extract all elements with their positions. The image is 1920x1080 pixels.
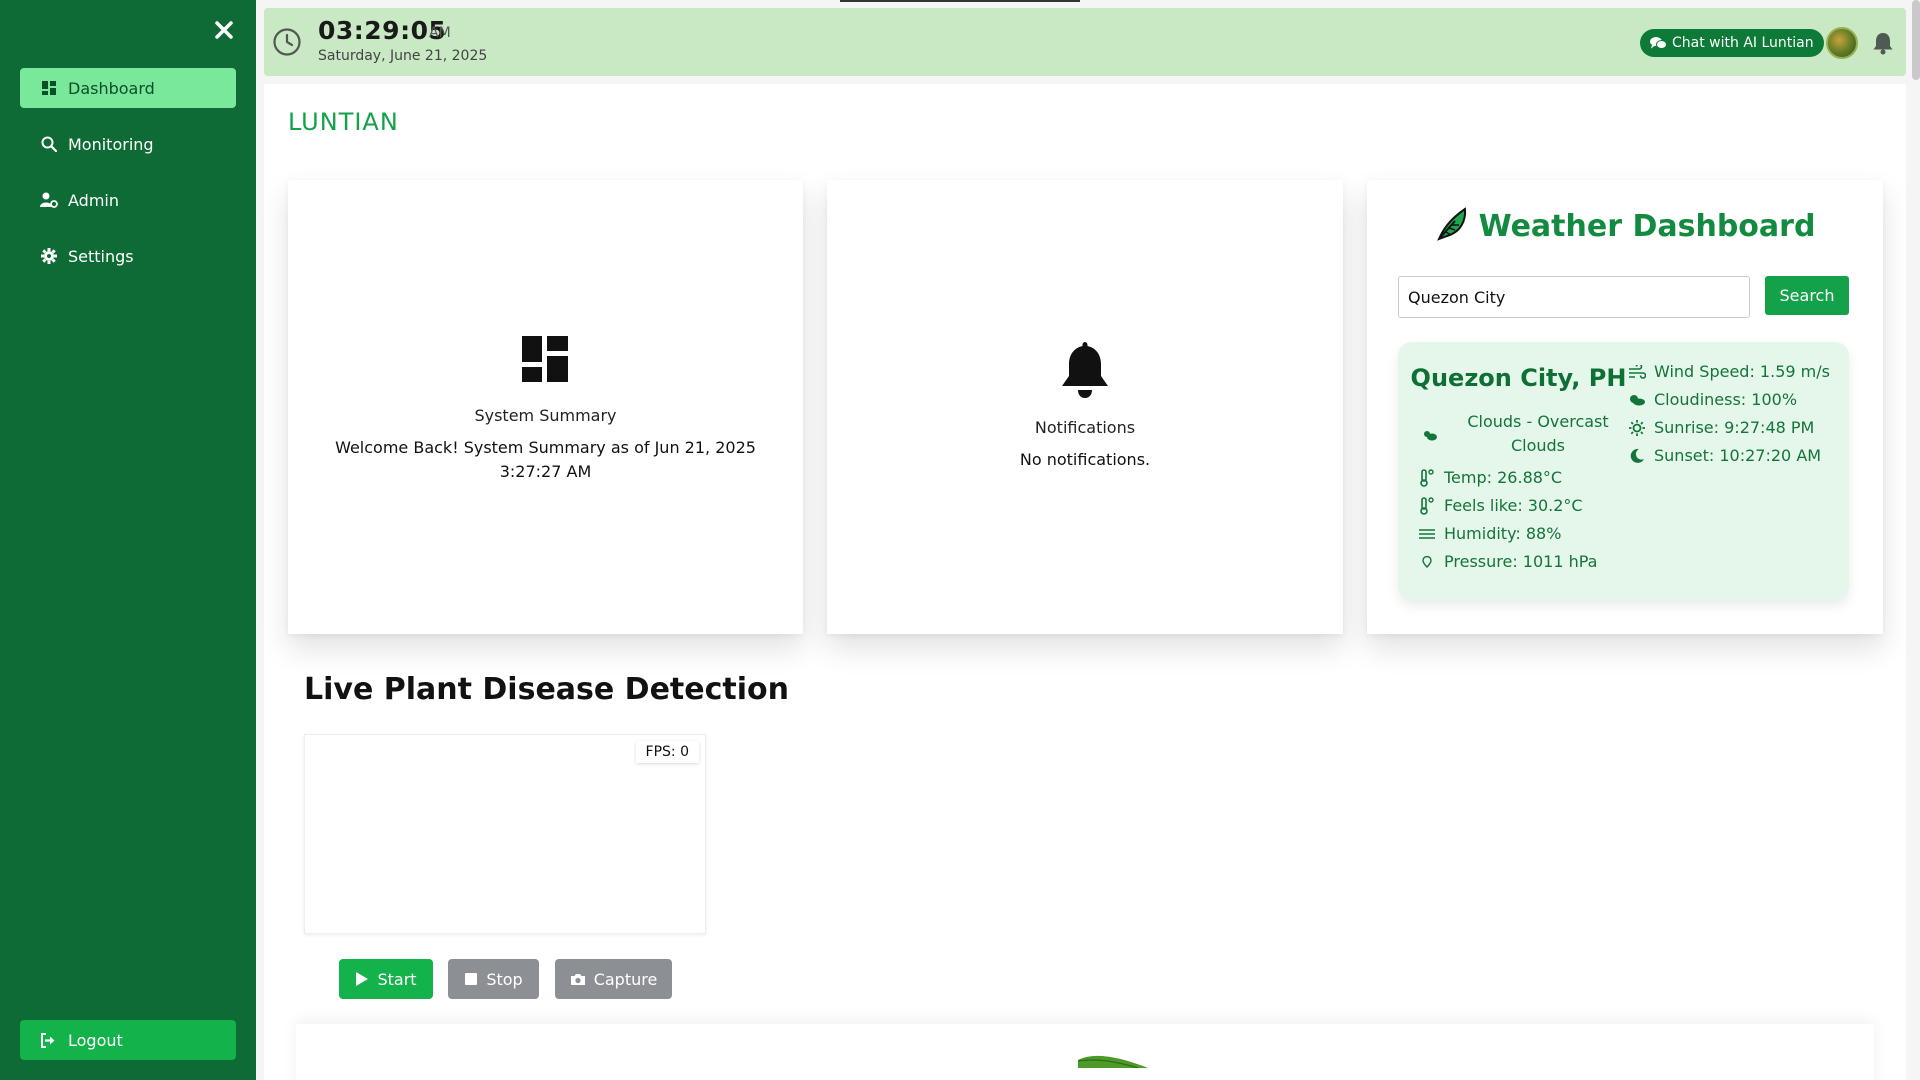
weather-wind: Wind Speed: 1.59 m/s [1628,362,1830,381]
wind-icon [1628,363,1646,381]
summary-title: System Summary [474,406,617,425]
start-button[interactable]: Start [339,959,433,999]
sidebar-item-dashboard[interactable]: Dashboard [20,68,236,108]
chat-icon [1650,37,1667,49]
thermometer-icon [1418,496,1436,515]
avatar[interactable] [1826,27,1858,59]
main-content: LUNTIAN System Summary Welcome Back! Sys… [264,84,1906,1080]
clock-icon [272,27,302,57]
humidity-icon [1418,525,1436,543]
leaf-image [1078,1055,1148,1068]
pressure-icon [1418,553,1436,571]
bottom-card [296,1024,1874,1080]
cloud-icon [1628,391,1646,409]
fps-counter: FPS: 0 [635,741,699,763]
moon-icon [1628,447,1646,465]
clock-time: 03:29:05 [318,16,447,45]
sidebar: Dashboard Monitoring Admin Settings Logo… [0,0,256,1080]
weather-feels-like: Feels like: 30.2°C [1418,496,1583,515]
search-icon [40,135,58,153]
current-date: Saturday, June 21, 2025 [318,48,488,64]
sun-icon [1628,419,1646,437]
weather-city: Quezon City, PH [1410,364,1627,392]
dashboard-icon [522,336,568,382]
logout-button[interactable]: Logout [20,1020,236,1060]
gear-icon [40,247,58,265]
weather-sunrise: Sunrise: 9:27:48 PM [1628,418,1814,437]
weather-temp: Temp: 26.88°C [1418,468,1562,487]
sidebar-item-label: Monitoring [68,134,154,154]
brand-title: LUNTIAN [288,108,399,136]
leaf-icon [1436,207,1466,241]
notification-bell-icon[interactable] [1872,31,1894,55]
page-scrollbar[interactable] [1912,0,1920,80]
weather-pressure: Pressure: 1011 hPa [1418,552,1597,571]
weather-condition: Clouds - Overcast Clouds [1422,410,1622,458]
summary-text: Welcome Back! System Summary as of Jun 2… [335,438,756,481]
notifications-title: Notifications [1034,418,1136,437]
logout-icon [40,1031,58,1049]
weather-cloudiness: Cloudiness: 100% [1628,390,1797,409]
notifications-text: No notifications. [1019,450,1151,469]
sidebar-item-label: Dashboard [68,78,155,98]
sidebar-item-label: Settings [68,246,134,266]
system-summary-card[interactable]: System Summary Welcome Back! System Summ… [288,180,803,634]
thermometer-icon [1418,468,1436,487]
city-search-input[interactable] [1398,276,1750,318]
chat-ai-button[interactable]: Chat with AI Luntian [1640,29,1824,57]
search-button[interactable]: Search [1765,276,1849,315]
stop-button[interactable]: Stop [448,959,539,999]
close-icon [215,21,233,39]
sidebar-item-label: Admin [68,190,119,210]
logout-label: Logout [68,1030,123,1050]
weather-card: Weather Dashboard Search Quezon City, PH… [1367,180,1883,634]
clock-ampm: AM [429,25,451,41]
weather-humidity: Humidity: 88% [1418,524,1561,543]
dashboard-icon [40,79,58,97]
weather-sunset: Sunset: 10:27:20 AM [1628,446,1821,465]
camera-icon [570,974,585,985]
weather-title: Weather Dashboard [1367,206,1883,244]
notifications-card[interactable]: Notifications No notifications. [827,180,1343,634]
play-icon [356,972,369,986]
weather-info-panel: Quezon City, PH Clouds - Overcast Clouds… [1398,342,1849,600]
sidebar-item-settings[interactable]: Settings [20,236,236,276]
video-feed: FPS: 0 [304,734,706,934]
detection-title: Live Plant Disease Detection [304,672,789,707]
user-gear-icon [40,191,58,209]
close-sidebar-button[interactable] [212,18,236,42]
header-bar: 03:29:05 AM Saturday, June 21, 2025 Chat… [264,8,1906,76]
capture-button[interactable]: Capture [555,959,672,999]
bell-icon [1058,340,1112,400]
weather-title-text: Weather Dashboard [1478,209,1816,244]
cloud-sun-icon [1422,424,1438,448]
chat-ai-label: Chat with AI Luntian [1672,35,1814,51]
sidebar-item-monitoring[interactable]: Monitoring [20,124,236,164]
top-scroll-indicator [840,0,1080,2]
sidebar-item-admin[interactable]: Admin [20,180,236,220]
stop-icon [465,973,478,985]
